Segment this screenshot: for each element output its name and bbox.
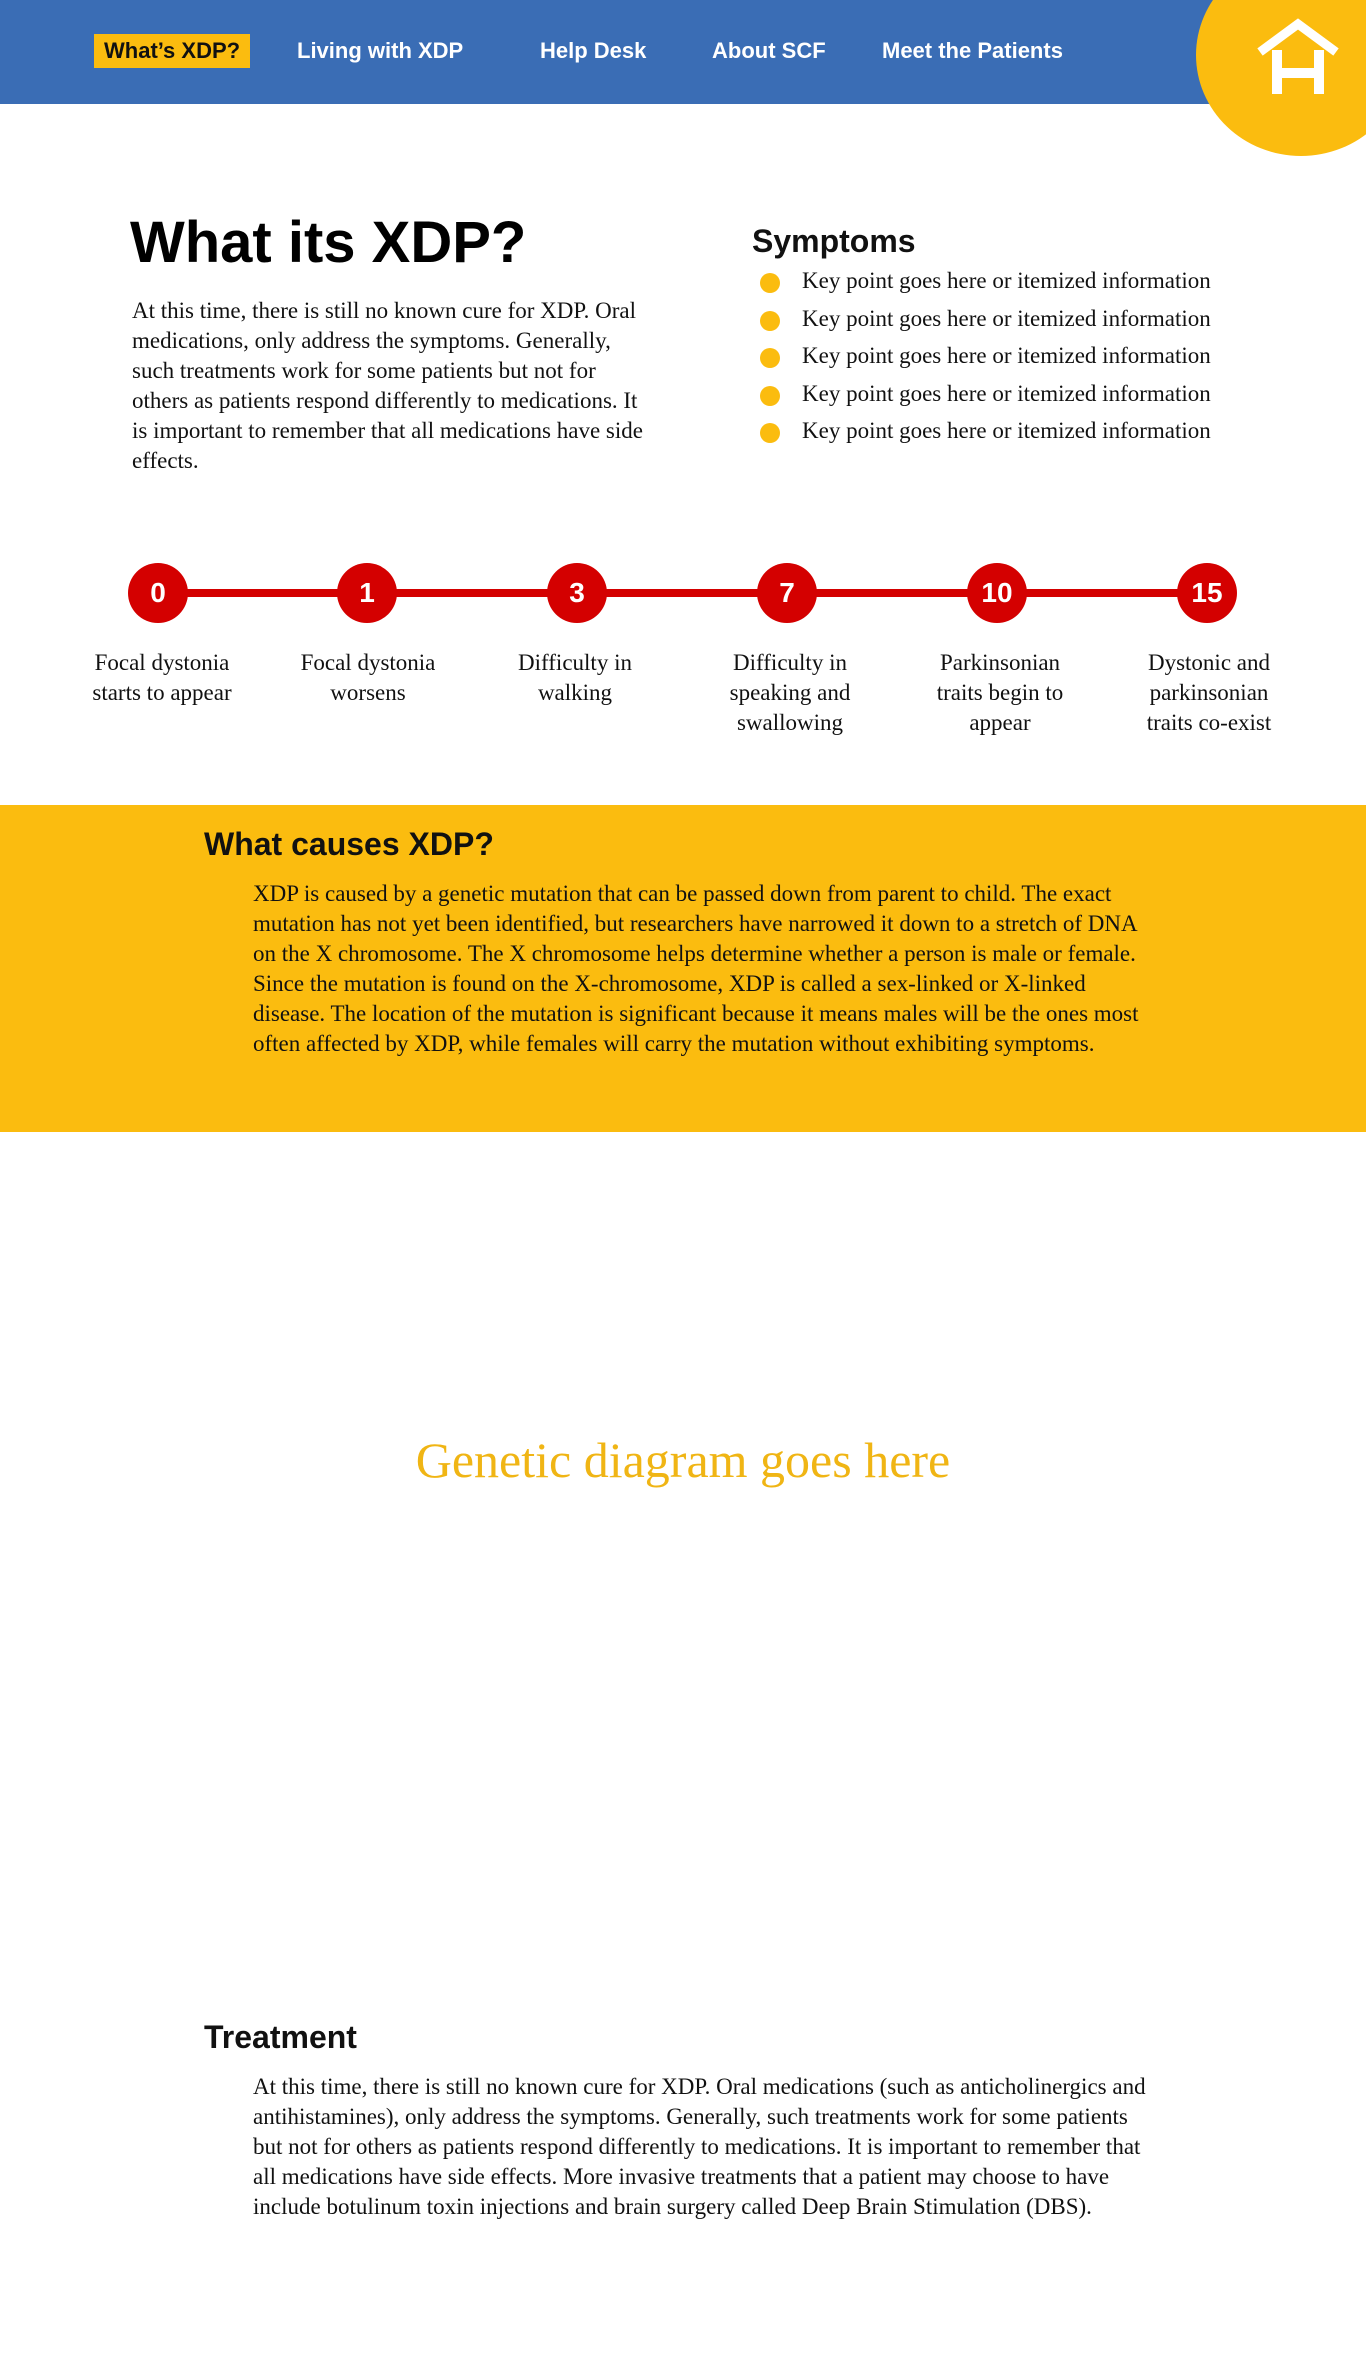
bullet-dot-icon [760, 385, 780, 406]
nav-item-help-desk[interactable]: Help Desk [540, 34, 646, 68]
timeline-node: 0 [128, 563, 188, 623]
timeline-node: 10 [967, 563, 1027, 623]
nav-item-meet-the-patients[interactable]: Meet the Patients [882, 34, 1063, 68]
nav-item-whats-xdp[interactable]: What’s XDP? [94, 34, 251, 68]
timeline-label: Dystonic and parkinsonian traits co-exis… [1146, 650, 1272, 735]
symptom-text: Key point goes here or itemized informat… [802, 418, 1211, 443]
nav-item-about-scf[interactable]: About SCF [712, 34, 826, 68]
bullet-dot-icon [760, 310, 780, 331]
timeline-label: Difficulty in walking [518, 650, 632, 705]
causes-section: What causes XDP? XDP is caused by a gene… [0, 805, 1366, 1132]
symptom-text: Key point goes here or itemized informat… [802, 343, 1211, 368]
symptom-item: Key point goes here or itemized informat… [760, 304, 1211, 342]
symptoms-list: Key point goes here or itemized informat… [760, 266, 1211, 454]
symptom-item: Key point goes here or itemized informat… [760, 341, 1211, 379]
symptoms-heading: Symptoms [752, 223, 916, 259]
home-button[interactable] [1196, 0, 1366, 156]
bullet-dot-icon [760, 423, 780, 443]
symptom-item: Key point goes here or itemized informat… [760, 416, 1211, 454]
symptom-item: Key point goes here or itemized informat… [760, 379, 1211, 417]
symptom-text: Key point goes here or itemized informat… [802, 380, 1211, 406]
home-icon [1257, 18, 1339, 94]
timeline-node: 15 [1177, 563, 1237, 623]
bullet-dot-icon [760, 348, 780, 368]
nav-item-living-with-xdp[interactable]: Living with XDP [297, 34, 463, 68]
causes-heading: What causes XDP? [204, 826, 494, 862]
page-title: What its XDP? [130, 210, 527, 275]
symptom-item: Key point goes here or itemized informat… [760, 266, 1211, 304]
top-nav: What’s XDP? Living with XDP Help Desk Ab… [0, 0, 1366, 104]
timeline-node: 3 [547, 563, 607, 623]
symptom-text: Key point goes here or itemized informat… [802, 305, 1211, 331]
timeline-label: Parkinsonian traits begin to appear [936, 650, 1064, 735]
genetic-diagram-placeholder: Genetic diagram goes here [415, 1432, 951, 1488]
intro-paragraph: At this time, there is still no known cu… [132, 298, 643, 473]
timeline-label: Focal dystonia worsens [300, 650, 436, 705]
bullet-dot-icon [760, 273, 780, 293]
symptom-text: Key point goes here or itemized informat… [802, 268, 1211, 293]
timeline-label: Difficulty in speaking and swallowing [729, 650, 851, 735]
causes-paragraph: XDP is caused by a genetic mutation that… [253, 881, 1139, 1056]
timeline-node: 1 [337, 563, 397, 623]
timeline-label: Focal dystonia starts to appear [92, 650, 232, 705]
treatment-heading: Treatment [204, 2019, 357, 2055]
treatment-paragraph: At this time, there is still no known cu… [253, 2074, 1146, 2219]
timeline-node: 7 [757, 563, 817, 623]
timeline-line [158, 589, 1208, 597]
